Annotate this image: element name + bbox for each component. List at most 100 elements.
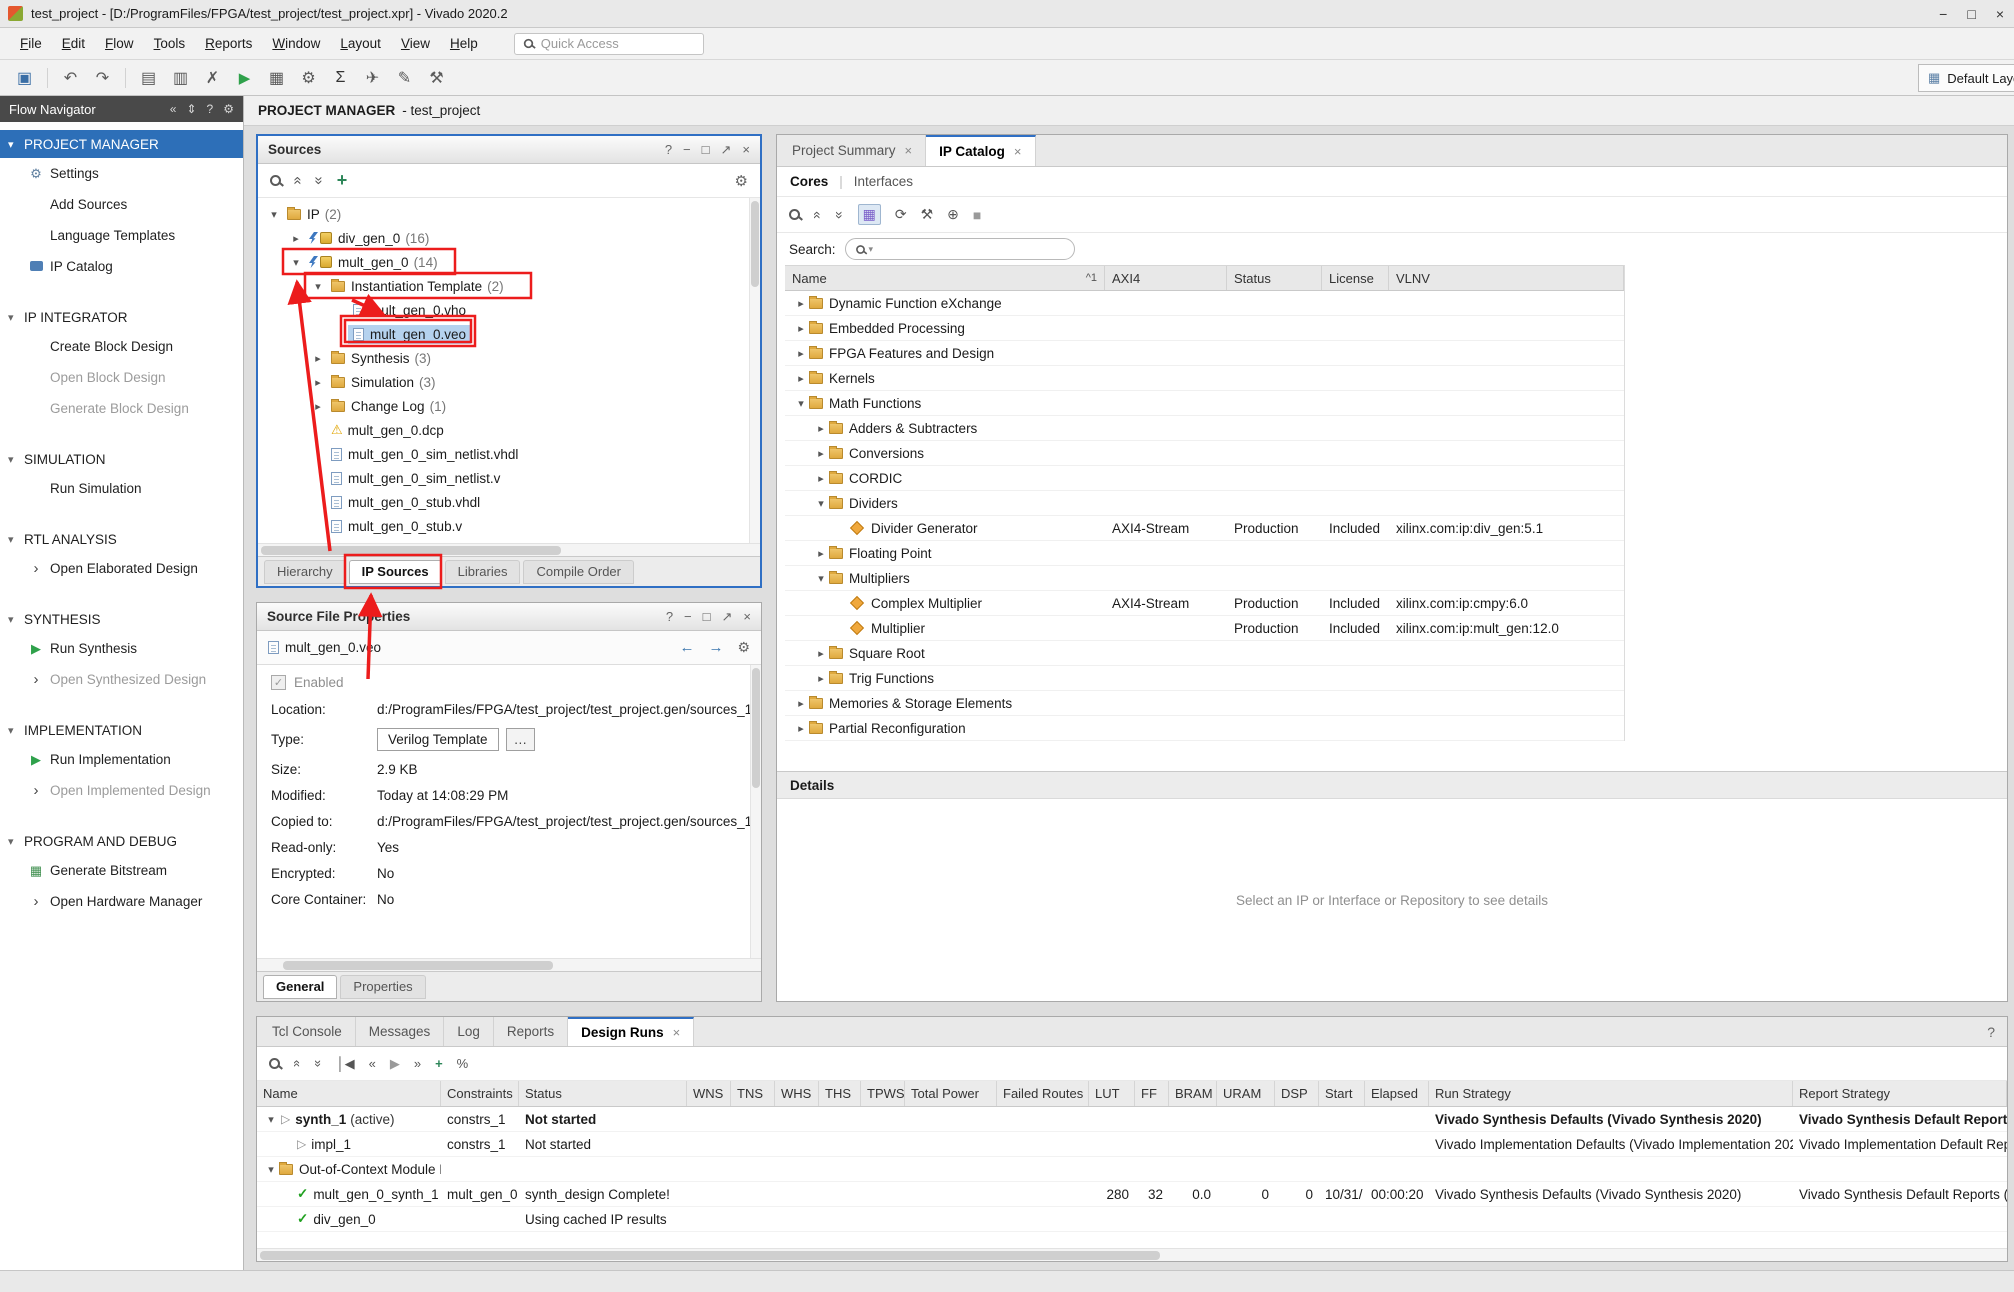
tree-row[interactable]: ▸div_gen_0(16) — [258, 226, 760, 250]
menu-window[interactable]: Window — [262, 31, 330, 56]
web-icon[interactable]: ⊕ — [947, 206, 959, 223]
nav-item-open-hardware-manager[interactable]: ›Open Hardware Manager — [0, 886, 243, 917]
run-row[interactable]: ▾▷synth_1(active)constrs_1Not startedViv… — [257, 1107, 2007, 1132]
tab-compile-order[interactable]: Compile Order — [523, 560, 634, 584]
delete-button[interactable]: ✗ — [198, 64, 227, 91]
catalog-row[interactable]: ▸Memories & Storage Elements — [785, 691, 1624, 716]
catalog-row[interactable]: Divider GeneratorAXI4-StreamProductionIn… — [785, 516, 1624, 541]
tab-log[interactable]: Log — [444, 1017, 494, 1046]
tree-row[interactable]: mult_gen_0_stub.vhdl — [258, 490, 760, 514]
nav-item-generate-block-design[interactable]: Generate Block Design — [0, 393, 243, 424]
scrollbar-thumb[interactable] — [283, 961, 553, 970]
horizontal-scrollbar[interactable] — [257, 958, 761, 971]
minimize-icon[interactable]: − — [683, 142, 691, 158]
chevron-right-icon[interactable]: ▸ — [793, 297, 809, 310]
column-header-ths[interactable]: THS — [819, 1081, 861, 1106]
nav-item-settings[interactable]: ⚙Settings — [0, 158, 243, 189]
nav-item-open-block-design[interactable]: Open Block Design — [0, 362, 243, 393]
column-header-status[interactable]: Status — [519, 1081, 687, 1106]
menu-tools[interactable]: Tools — [144, 31, 196, 56]
vertical-scrollbar[interactable] — [750, 665, 761, 958]
scrollbar-thumb[interactable] — [752, 668, 760, 788]
search-icon[interactable] — [269, 1058, 280, 1069]
nav-header-synthesis[interactable]: ▾SYNTHESIS — [0, 605, 243, 633]
close-button[interactable]: × — [1996, 6, 2004, 22]
report-button[interactable]: ▤ — [134, 64, 163, 91]
tab-cores[interactable]: Cores — [790, 174, 828, 189]
column-header-ff[interactable]: FF — [1135, 1081, 1169, 1106]
ip-settings-icon[interactable]: ⚒ — [921, 206, 934, 223]
add-sources-icon[interactable]: + — [337, 170, 348, 191]
column-header-name[interactable]: Name ^1 — [785, 266, 1105, 290]
forward-icon[interactable]: → — [708, 639, 723, 656]
nav-header-rtl-analysis[interactable]: ▾RTL ANALYSIS — [0, 525, 243, 553]
tab-general[interactable]: General — [263, 975, 337, 999]
catalog-row[interactable]: ▸Dynamic Function eXchange — [785, 291, 1624, 316]
expand-all-icon[interactable]: » — [311, 1060, 326, 1067]
menu-edit[interactable]: Edit — [52, 31, 95, 56]
group-by-category-icon[interactable]: ▦ — [858, 204, 881, 225]
help-icon[interactable]: ? — [207, 102, 214, 116]
column-header-lut[interactable]: LUT — [1089, 1081, 1135, 1106]
settings-button[interactable]: ⚙ — [294, 64, 323, 91]
tab-hierarchy[interactable]: Hierarchy — [264, 560, 346, 584]
nav-item-language-templates[interactable]: Language Templates — [0, 220, 243, 251]
tree-row[interactable]: mult_gen_0.veo — [258, 322, 760, 346]
chevron-right-icon[interactable]: ▸ — [813, 422, 829, 435]
column-header-run-strategy[interactable]: Run Strategy — [1429, 1081, 1793, 1106]
nav-item-create-block-design[interactable]: Create Block Design — [0, 331, 243, 362]
chevron-down-icon[interactable]: ▾ — [813, 572, 829, 585]
catalog-row[interactable]: ▸FPGA Features and Design — [785, 341, 1624, 366]
menu-layout[interactable]: Layout — [330, 31, 391, 56]
column-header-failed-routes[interactable]: Failed Routes — [997, 1081, 1089, 1106]
close-icon[interactable]: × — [743, 609, 751, 625]
debug-button[interactable]: ⚒ — [422, 64, 451, 91]
enabled-checkbox[interactable]: ✓ — [271, 675, 286, 690]
nav-header-simulation[interactable]: ▾SIMULATION — [0, 445, 243, 473]
tree-row[interactable]: ⚠mult_gen_0.dcp — [258, 418, 760, 442]
back-icon[interactable]: ← — [679, 639, 694, 656]
dock-left-icon[interactable]: « — [170, 102, 177, 116]
help-icon[interactable]: ? — [666, 609, 673, 625]
reset-runs-icon[interactable]: │◀ — [336, 1056, 354, 1072]
run-row[interactable]: ✓div_gen_0Using cached IP results — [257, 1207, 2007, 1232]
report-power-button[interactable]: Σ — [326, 64, 355, 91]
layout-selector[interactable]: ▦ Default Layou — [1918, 64, 2014, 92]
close-icon[interactable]: × — [1014, 144, 1022, 159]
sources-panel-header[interactable]: Sources ? − □ ↗ × — [258, 136, 760, 164]
edit-button[interactable]: ✎ — [390, 64, 419, 91]
nav-item-run-implementation[interactable]: ▶Run Implementation — [0, 744, 243, 775]
gear-icon[interactable]: ⚙ — [735, 172, 748, 190]
column-header-uram[interactable]: URAM — [1217, 1081, 1275, 1106]
column-header-tpws[interactable]: TPWS — [861, 1081, 905, 1106]
browse-button[interactable]: … — [506, 728, 536, 751]
chevron-down-icon[interactable]: ▾ — [266, 208, 282, 221]
vertical-scrollbar[interactable] — [749, 198, 760, 543]
tree-row[interactable]: ▸Change Log(1) — [258, 394, 760, 418]
run-row[interactable]: ✓mult_gen_0_synth_1mult_gen_0synth_desig… — [257, 1182, 2007, 1207]
chevron-right-icon[interactable]: ▸ — [793, 722, 809, 735]
help-icon[interactable]: ? — [665, 142, 672, 158]
catalog-search-input[interactable]: ▾ — [845, 238, 1075, 260]
chevron-down-icon[interactable]: ▾ — [310, 280, 326, 293]
catalog-row[interactable]: ▸Adders & Subtracters — [785, 416, 1624, 441]
nav-item-add-sources[interactable]: Add Sources — [0, 189, 243, 220]
column-header-start[interactable]: Start — [1319, 1081, 1365, 1106]
column-header-tns[interactable]: TNS — [731, 1081, 775, 1106]
quick-access-input[interactable]: Quick Access — [514, 33, 704, 55]
column-header-status[interactable]: Status — [1227, 266, 1322, 290]
close-icon[interactable]: × — [742, 142, 750, 158]
collapse-all-icon[interactable]: « — [810, 211, 826, 219]
menu-view[interactable]: View — [391, 31, 440, 56]
catalog-row[interactable]: ▾Dividers — [785, 491, 1624, 516]
refresh-repository-icon[interactable]: ⟳ — [895, 206, 907, 223]
save-button[interactable]: ▣ — [10, 64, 39, 91]
minimize-button[interactable]: − — [1939, 6, 1947, 22]
chevron-right-icon[interactable]: ▸ — [813, 447, 829, 460]
tree-row[interactable]: ▾IP(2) — [258, 202, 760, 226]
tab-ip-sources[interactable]: IP Sources — [349, 560, 442, 584]
expand-all-icon[interactable]: » — [832, 211, 848, 219]
tab-reports[interactable]: Reports — [494, 1017, 568, 1046]
tab-properties[interactable]: Properties — [340, 975, 425, 999]
close-icon[interactable]: × — [905, 143, 913, 158]
